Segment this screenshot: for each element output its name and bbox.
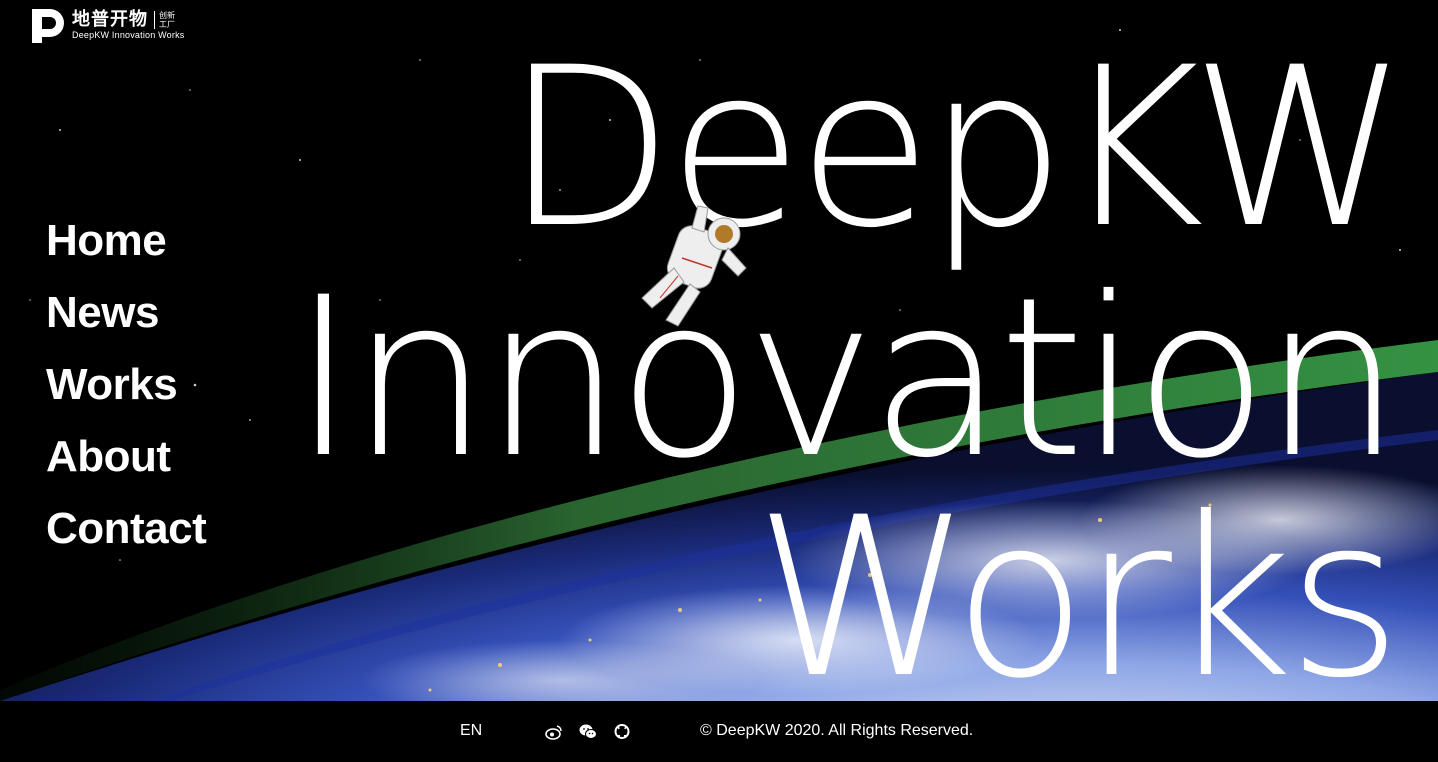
main-nav: Home News Works About Contact (46, 205, 207, 565)
logo-chinese-name: 地普开物 (72, 8, 148, 30)
logo-english-name: DeepKW Innovation Works (72, 29, 185, 40)
footer: EN © DeepKW 2020. All Rights Reserved. (0, 701, 1438, 762)
github-icon[interactable] (613, 723, 631, 741)
nav-item-works[interactable]: Works (46, 349, 206, 421)
logo-mark-icon (32, 9, 64, 43)
nav-item-home[interactable]: Home (46, 205, 206, 277)
nav-item-contact[interactable]: Contact (46, 493, 207, 565)
hero-title-line-3: Works (754, 470, 1402, 701)
wechat-icon[interactable] (579, 723, 597, 741)
copyright-text: © DeepKW 2020. All Rights Reserved. (700, 722, 974, 739)
social-links (545, 723, 631, 741)
logo-text: 地普开物 创新工厂 DeepKW Innovation Works (72, 8, 185, 41)
hero-title-line-2: Innovation (291, 250, 1402, 506)
brand-logo[interactable]: 地普开物 创新工厂 DeepKW Innovation Works (30, 6, 184, 44)
logo-chinese-subtitle: 创新工厂 (154, 10, 177, 29)
nav-item-news[interactable]: News (46, 277, 206, 349)
nav-item-about[interactable]: About (46, 421, 206, 493)
hero-section: 地普开物 创新工厂 DeepKW Innovation Works Home N… (0, 0, 1438, 701)
astronaut-image (641, 205, 747, 327)
page: 地普开物 创新工厂 DeepKW Innovation Works Home N… (0, 0, 1438, 762)
weibo-icon[interactable] (545, 723, 563, 741)
language-switch[interactable]: EN (460, 722, 482, 740)
